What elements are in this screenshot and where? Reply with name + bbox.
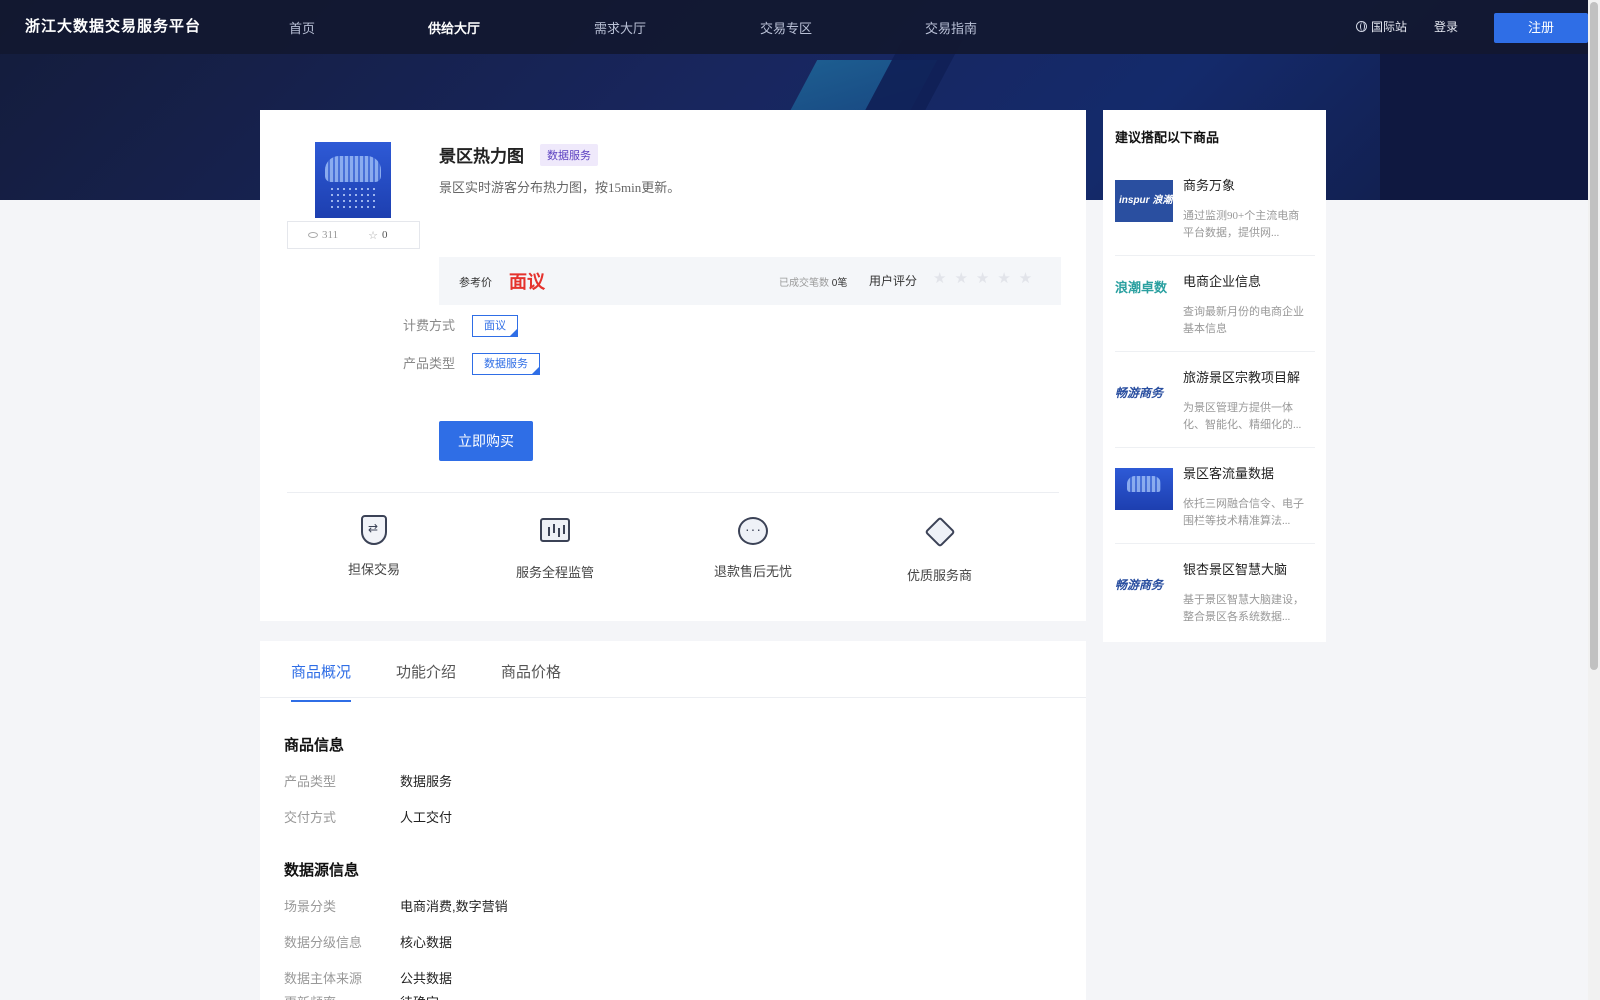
deal-count-value: 0笔 <box>831 278 848 289</box>
site-logo[interactable]: 浙江大数据交易服务平台 <box>25 15 201 36</box>
shield-icon <box>361 515 387 545</box>
monitor-icon <box>540 518 570 542</box>
recommended-item[interactable]: 畅游商务 旅游景区宗教项目解 为景区管理方提供一体化、智能化、精细化的... <box>1115 352 1315 448</box>
price-label: 参考价 <box>459 277 492 289</box>
info-value: 电商消费,数字营销 <box>400 899 508 914</box>
sidebar-title: 建议搭配以下商品 <box>1115 130 1220 145</box>
login-link[interactable]: 登录 <box>1434 18 1458 35</box>
price-value: 面议 <box>509 272 545 292</box>
rating-label: 用户评分 <box>869 274 918 288</box>
info-value: 公共数据 <box>400 971 453 986</box>
buy-now-button[interactable]: 立即购买 <box>439 421 533 461</box>
recommended-item-name: 商务万象 <box>1183 178 1236 193</box>
nav-item-home[interactable]: 首页 <box>289 18 315 37</box>
recommended-item-name: 景区客流量数据 <box>1183 466 1275 481</box>
top-navigation: 浙江大数据交易服务平台 首页 供给大厅 需求大厅 交易专区 交易指南 国际站 登… <box>0 0 1600 54</box>
favorite-count[interactable]: ☆ 0 <box>368 229 387 242</box>
chinaums-logo-icon: 畅游商务 <box>1115 372 1173 414</box>
hero-decoration <box>1380 40 1600 200</box>
info-label: 场景分类 <box>284 899 337 914</box>
recommended-item-name: 银杏景区智慧大脑 <box>1183 562 1288 577</box>
product-thumbnail <box>315 142 391 218</box>
product-type-option[interactable]: 数据服务 <box>472 353 540 375</box>
eye-icon <box>308 232 318 238</box>
globe-icon <box>1356 21 1367 32</box>
recommended-item[interactable]: 畅游商务 银杏景区智慧大脑 基于景区智慧大脑建设，整合景区各系统数据... <box>1115 544 1315 640</box>
info-value: 核心数据 <box>400 935 453 950</box>
product-card: 311 ☆ 0 景区热力图 数据服务 景区实时游客分布热力图，按15min更新。… <box>260 110 1086 621</box>
info-label: 数据主体来源 <box>284 971 363 986</box>
recommended-item[interactable]: inspur 浪潮 商务万象 通过监测90+个主流电商平台数据，提供网... <box>1115 160 1315 256</box>
feature-label: 担保交易 <box>348 562 401 577</box>
register-button[interactable]: 注册 <box>1494 13 1588 43</box>
deal-count: 已成交笔数 0笔 <box>779 274 847 289</box>
nav-item-demand-hall[interactable]: 需求大厅 <box>594 18 646 37</box>
chat-icon <box>738 517 768 545</box>
product-type-label: 产品类型 <box>403 356 456 371</box>
info-value: 数据服务 <box>400 774 453 789</box>
recommended-item-desc: 为景区管理方提供一体化、智能化、精细化的... <box>1183 402 1302 431</box>
recommended-item-desc: 依托三网融合信令、电子围栏等技术精准算法... <box>1183 498 1304 527</box>
tab-overview[interactable]: 商品概况 <box>291 661 352 702</box>
view-count-value: 311 <box>322 229 339 241</box>
feature-guaranteed-trade: 担保交易 <box>348 515 400 578</box>
rating-stars-icon: ★★★★★ <box>933 270 1041 287</box>
feature-label: 服务全程监管 <box>516 565 595 580</box>
billing-method-label: 计费方式 <box>403 318 456 333</box>
tab-features[interactable]: 功能介绍 <box>396 661 456 700</box>
deal-count-label: 已成交笔数 <box>779 278 829 289</box>
diamond-icon <box>923 516 956 548</box>
recommended-item-desc: 查询最新月份的电商企业基本信息 <box>1183 306 1304 335</box>
recommended-item[interactable]: 景区客流量数据 依托三网融合信令、电子围栏等技术精准算法... <box>1115 448 1315 544</box>
cloud-rain-logo-icon <box>1115 468 1173 510</box>
nav-item-trade-guide[interactable]: 交易指南 <box>925 18 977 37</box>
product-title: 景区热力图 <box>439 147 524 166</box>
section-title-product-info: 商品信息 <box>284 737 345 754</box>
view-count: 311 <box>308 229 338 241</box>
nav-item-supply-hall[interactable]: 供给大厅 <box>428 18 480 37</box>
info-label: 更新频率 <box>284 992 336 1000</box>
tab-divider <box>260 697 1086 698</box>
feature-full-supervision: 服务全程监管 <box>516 515 594 581</box>
scrollbar-thumb[interactable] <box>1590 2 1598 670</box>
international-site-link[interactable]: 国际站 <box>1356 18 1407 35</box>
nav-item-trade-zone[interactable]: 交易专区 <box>760 18 812 37</box>
feature-label: 退款售后无忧 <box>714 564 793 579</box>
product-details-panel: 商品概况 功能介绍 商品价格 商品信息 产品类型 数据服务 交付方式 人工交付 … <box>260 641 1086 1000</box>
divider <box>287 492 1059 493</box>
info-label: 交付方式 <box>284 810 337 825</box>
info-label: 数据分级信息 <box>284 935 363 950</box>
section-title-data-source: 数据源信息 <box>284 862 360 879</box>
recommended-item-name: 电商企业信息 <box>1183 274 1262 289</box>
cloud-icon <box>325 156 381 182</box>
info-label: 产品类型 <box>284 774 337 789</box>
rain-icon <box>329 186 377 210</box>
recommended-item-name: 旅游景区宗教项目解 <box>1183 370 1301 385</box>
info-value: 人工交付 <box>400 810 453 825</box>
feature-refund-aftersale: 退款售后无忧 <box>714 515 792 580</box>
chinaums-logo-icon: 畅游商务 <box>1115 564 1173 606</box>
favorite-count-value: 0 <box>381 229 388 241</box>
inspur-logo-icon: inspur 浪潮 <box>1115 180 1173 222</box>
tab-pricing[interactable]: 商品价格 <box>501 661 561 700</box>
international-label: 国际站 <box>1371 20 1408 34</box>
feature-label: 优质服务商 <box>907 568 973 583</box>
recommended-item-desc: 基于景区智慧大脑建设，整合景区各系统数据... <box>1183 594 1304 623</box>
product-stats: 311 ☆ 0 <box>287 221 420 249</box>
billing-method-option[interactable]: 面议 <box>472 315 518 337</box>
page-scrollbar[interactable] <box>1588 0 1600 1000</box>
recommended-item-desc: 通过监测90+个主流电商平台数据，提供网... <box>1183 210 1300 239</box>
price-bar: 参考价 面议 已成交笔数 0笔 用户评分 ★★★★★ <box>439 257 1061 305</box>
product-type-badge: 数据服务 <box>540 144 598 166</box>
feature-quality-provider: 优质服务商 <box>907 515 972 584</box>
recommendation-sidebar: 建议搭配以下商品 inspur 浪潮 商务万象 通过监测90+个主流电商平台数据… <box>1103 110 1326 642</box>
product-description: 景区实时游客分布热力图，按15min更新。 <box>439 180 681 195</box>
inspur-droso-logo-icon: 浪潮卓数 <box>1115 276 1173 318</box>
star-outline-icon: ☆ <box>368 229 378 242</box>
info-value: 待确定 <box>400 992 439 1000</box>
recommended-item[interactable]: 浪潮卓数 电商企业信息 查询最新月份的电商企业基本信息 <box>1115 256 1315 352</box>
